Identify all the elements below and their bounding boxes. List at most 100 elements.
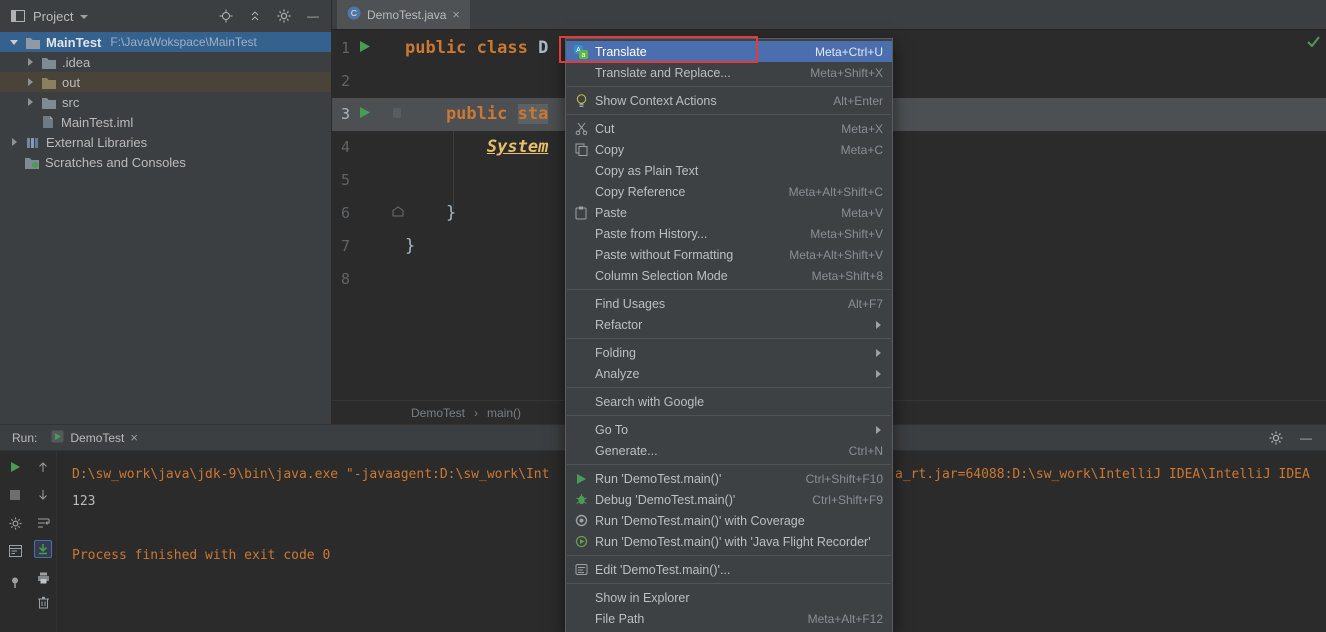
tree-item-maintest-iml[interactable]: MainTest.iml xyxy=(0,112,331,132)
tree-item-scratches[interactable]: Scratches and Consoles xyxy=(0,152,331,172)
tree-item-label: out xyxy=(62,75,80,90)
menu-item-shortcut: Meta+Shift+X xyxy=(810,66,883,80)
project-panel-title[interactable]: Project xyxy=(33,9,73,24)
submenu-arrow-icon xyxy=(876,321,881,329)
run-method-gutter-icon[interactable] xyxy=(358,106,371,119)
rerun-button[interactable] xyxy=(6,458,24,476)
menu-item-label: Paste without Formatting xyxy=(595,248,733,262)
gear-icon[interactable] xyxy=(1268,430,1284,446)
menu-separator xyxy=(567,114,891,115)
chevron-right-icon[interactable] xyxy=(12,138,17,146)
menu-item-generate[interactable]: Generate... Ctrl+N xyxy=(566,440,892,461)
tree-item-external-libraries[interactable]: External Libraries xyxy=(0,132,331,152)
tree-item-out[interactable]: out xyxy=(0,72,331,92)
menu-item-folding[interactable]: Folding xyxy=(566,342,892,363)
hide-panel-icon[interactable]: — xyxy=(1298,430,1314,446)
menu-item-label: Cut xyxy=(595,122,614,136)
menu-item-show-context-actions[interactable]: Show Context Actions Alt+Enter xyxy=(566,90,892,111)
tool-window-icon xyxy=(10,8,26,24)
code-keyword: public xyxy=(405,104,518,124)
chevron-right-icon[interactable] xyxy=(28,98,33,106)
line-number: 4 xyxy=(332,131,405,164)
menu-item-label: Show Context Actions xyxy=(595,94,717,108)
blank-icon xyxy=(571,226,591,242)
pin-icon[interactable] xyxy=(6,573,24,591)
menu-item-show-in-explorer[interactable]: Show in Explorer xyxy=(566,587,892,608)
stop-button[interactable] xyxy=(6,486,24,504)
soft-wrap-icon[interactable] xyxy=(34,514,52,532)
close-icon[interactable]: × xyxy=(452,8,460,21)
scroll-to-end-icon[interactable] xyxy=(34,540,52,558)
run-tab-title: DemoTest xyxy=(70,431,124,445)
close-icon[interactable]: × xyxy=(130,431,138,444)
menu-item-shortcut: Ctrl+Shift+F9 xyxy=(812,493,883,507)
menu-item-refactor[interactable]: Refactor xyxy=(566,314,892,335)
collapse-all-icon[interactable] xyxy=(247,8,263,24)
editor-tab-demotest[interactable]: C DemoTest.java × xyxy=(337,0,470,29)
inspections-ok-icon[interactable] xyxy=(1307,34,1320,52)
menu-item-search-with-google[interactable]: Search with Google xyxy=(566,391,892,412)
menu-item-copy-as-plain-text[interactable]: Copy as Plain Text xyxy=(566,160,892,181)
menu-item-go-to[interactable]: Go To xyxy=(566,419,892,440)
menu-item-shortcut: Meta+Shift+8 xyxy=(812,269,883,283)
chevron-right-icon[interactable] xyxy=(28,78,33,86)
line-number: 7 xyxy=(332,230,405,263)
up-stack-icon[interactable] xyxy=(34,458,52,476)
menu-separator xyxy=(567,583,891,584)
menu-item-paste-without-formatting[interactable]: Paste without Formatting Meta+Alt+Shift+… xyxy=(566,244,892,265)
menu-item-shortcut: Ctrl+Shift+F10 xyxy=(806,472,883,486)
scratches-icon xyxy=(24,155,40,169)
menu-item-shortcut: Meta+Alt+Shift+C xyxy=(789,185,883,199)
tree-item-path: F:\JavaWokspace\MainTest xyxy=(110,35,257,49)
tree-item-idea[interactable]: .idea xyxy=(0,52,331,72)
folder-icon xyxy=(41,75,57,89)
menu-item-analyze[interactable]: Analyze xyxy=(566,363,892,384)
menu-item-debug-main[interactable]: Debug 'DemoTest.main()' Ctrl+Shift+F9 xyxy=(566,489,892,510)
menu-item-file-path[interactable]: File Path Meta+Alt+F12 xyxy=(566,608,892,629)
menu-item-label: Debug 'DemoTest.main()' xyxy=(595,493,735,507)
menu-item-paste-from-history[interactable]: Paste from History... Meta+Shift+V xyxy=(566,223,892,244)
tree-item-maintest[interactable]: MainTest F:\JavaWokspace\MainTest xyxy=(0,32,331,52)
locate-file-icon[interactable] xyxy=(218,8,234,24)
menu-item-copy-reference[interactable]: Copy Reference Meta+Alt+Shift+C xyxy=(566,181,892,202)
breadcrumb-file[interactable]: DemoTest xyxy=(411,406,465,420)
trash-icon[interactable] xyxy=(34,593,52,611)
menu-item-label: File Path xyxy=(595,612,644,626)
blank-icon xyxy=(571,394,591,410)
project-panel-actions: — xyxy=(218,8,321,24)
chevron-down-icon[interactable] xyxy=(80,15,88,19)
menu-item-run-with-flight-recorder[interactable]: Run 'DemoTest.main()' with 'Java Flight … xyxy=(566,531,892,552)
run-class-gutter-icon[interactable] xyxy=(358,40,371,53)
chevron-right-icon[interactable] xyxy=(28,58,33,66)
breadcrumb-member[interactable]: main() xyxy=(487,406,521,420)
print-icon[interactable] xyxy=(34,569,52,587)
gear-icon[interactable] xyxy=(276,8,292,24)
svg-text:C: C xyxy=(351,8,357,18)
down-stack-icon[interactable] xyxy=(34,486,52,504)
menu-item-label: Run 'DemoTest.main()' with 'Java Flight … xyxy=(595,535,871,549)
menu-item-copy[interactable]: Copy Meta+C xyxy=(566,139,892,160)
tree-item-label: MainTest.iml xyxy=(61,115,133,130)
menu-item-translate-and-replace[interactable]: Translate and Replace... Meta+Shift+X xyxy=(566,62,892,83)
menu-separator xyxy=(567,555,891,556)
run-tab-demotest[interactable]: DemoTest × xyxy=(51,430,138,446)
menu-item-run-main[interactable]: Run 'DemoTest.main()' Ctrl+Shift+F10 xyxy=(566,468,892,489)
hide-panel-icon[interactable]: — xyxy=(305,8,321,24)
run-panel-actions: — xyxy=(1268,430,1314,446)
menu-item-cut[interactable]: Cut Meta+X xyxy=(566,118,892,139)
tree-item-src[interactable]: src xyxy=(0,92,331,112)
menu-separator xyxy=(567,387,891,388)
menu-item-column-selection-mode[interactable]: Column Selection Mode Meta+Shift+8 xyxy=(566,265,892,286)
menu-item-label: Search with Google xyxy=(595,395,704,409)
settings-icon[interactable] xyxy=(6,514,24,532)
menu-item-edit-run-config[interactable]: Edit 'DemoTest.main()'... xyxy=(566,559,892,580)
menu-item-paste[interactable]: Paste Meta+V xyxy=(566,202,892,223)
blank-icon xyxy=(571,268,591,284)
editor-tab-title: DemoTest.java xyxy=(367,8,446,22)
menu-item-run-with-coverage[interactable]: Run 'DemoTest.main()' with Coverage xyxy=(566,510,892,531)
chevron-down-icon[interactable] xyxy=(10,40,18,45)
menu-item-find-usages[interactable]: Find Usages Alt+F7 xyxy=(566,293,892,314)
console-view-icon[interactable] xyxy=(6,542,24,560)
tree-item-label: External Libraries xyxy=(46,135,147,150)
menu-item-label: Paste from History... xyxy=(595,227,707,241)
